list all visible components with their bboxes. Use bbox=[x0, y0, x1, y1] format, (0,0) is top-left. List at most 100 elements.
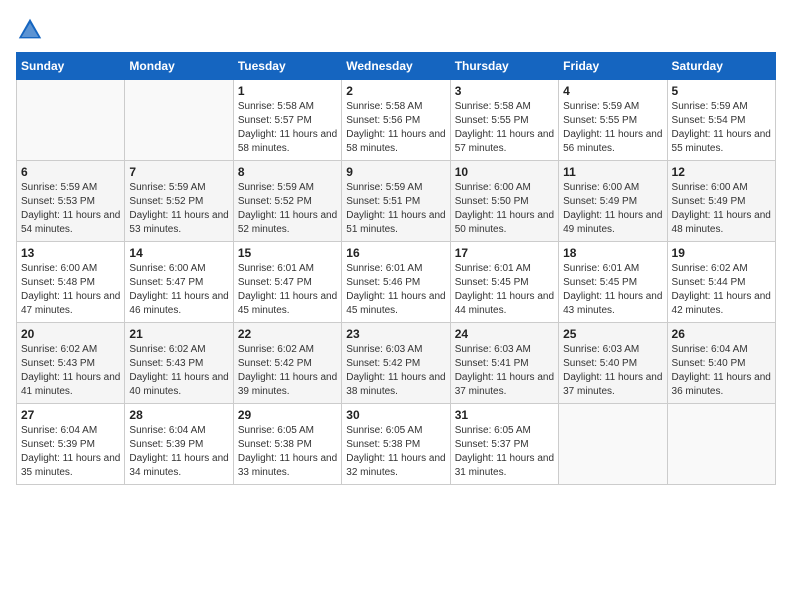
day-info: Sunrise: 6:02 AM Sunset: 5:43 PM Dayligh… bbox=[21, 343, 120, 399]
calendar-empty-cell bbox=[17, 80, 125, 161]
calendar-day-25: 25Sunrise: 6:03 AM Sunset: 5:40 PM Dayli… bbox=[559, 323, 667, 404]
calendar-day-6: 6 Sunrise: 5:59 AM Sunset: 5:53 PM Daylig… bbox=[17, 161, 125, 242]
day-info: Sunrise: 6:05 AM Sunset: 5:37 PM Dayligh… bbox=[455, 424, 554, 480]
day-info: Sunrise: 6:01 AM Sunset: 5:45 PM Dayligh… bbox=[563, 262, 662, 318]
day-info: Sunrise: 6:02 AM Sunset: 5:43 PM Dayligh… bbox=[129, 343, 228, 399]
logo-icon bbox=[16, 16, 44, 44]
day-number: 27 bbox=[21, 408, 120, 422]
calendar-day-19: 19 Sunrise: 6:02 AM Sunset: 5:44 PM Dayli… bbox=[667, 242, 775, 323]
day-info: Sunrise: 6:05 AM Sunset: 5:38 PM Dayligh… bbox=[238, 424, 337, 480]
day-header-wednesday: Wednesday bbox=[342, 53, 450, 80]
day-number: 25 bbox=[563, 327, 662, 341]
calendar-day-22: 22 Sunrise: 6:02 AM Sunset: 5:42 PM Dayli… bbox=[233, 323, 341, 404]
day-info: Sunrise: 6:04 AM Sunset: 5:39 PM Dayligh… bbox=[129, 424, 228, 480]
day-info: Sunrise: 6:01 AM Sunset: 5:46 PM Dayligh… bbox=[346, 262, 445, 318]
day-number: 26 bbox=[672, 327, 771, 341]
day-info: Sunrise: 6:01 AM Sunset: 5:45 PM Dayligh… bbox=[455, 262, 554, 318]
day-number: 11 bbox=[563, 165, 662, 179]
day-info: Sunrise: 5:59 AM Sunset: 5:54 PM Dayligh… bbox=[672, 100, 771, 156]
day-number: 18 bbox=[563, 246, 662, 260]
day-number: 29 bbox=[238, 408, 337, 422]
calendar-day-27: 27 Sunrise: 6:04 AM Sunset: 5:39 PM Dayli… bbox=[17, 404, 125, 485]
day-number: 8 bbox=[238, 165, 337, 179]
calendar-day-14: 14 Sunrise: 6:00 AM Sunset: 5:47 PM Dayli… bbox=[125, 242, 233, 323]
day-number: 3 bbox=[455, 84, 554, 98]
day-number: 6 bbox=[21, 165, 120, 179]
day-header-thursday: Thursday bbox=[450, 53, 558, 80]
day-info: Sunrise: 5:59 AM Sunset: 5:52 PM Dayligh… bbox=[238, 181, 337, 237]
day-info: Sunrise: 5:59 AM Sunset: 5:52 PM Dayligh… bbox=[129, 181, 228, 237]
day-info: Sunrise: 6:04 AM Sunset: 5:39 PM Dayligh… bbox=[21, 424, 120, 480]
day-number: 19 bbox=[672, 246, 771, 260]
calendar-day-17: 17 Sunrise: 6:01 AM Sunset: 5:45 PM Dayli… bbox=[450, 242, 558, 323]
calendar-day-30: 30 Sunrise: 6:05 AM Sunset: 5:38 PM Dayli… bbox=[342, 404, 450, 485]
day-info: Sunrise: 6:04 AM Sunset: 5:40 PM Dayligh… bbox=[672, 343, 771, 399]
calendar-day-3: 3 Sunrise: 5:58 AM Sunset: 5:55 PM Daylig… bbox=[450, 80, 558, 161]
day-number: 16 bbox=[346, 246, 445, 260]
day-number: 28 bbox=[129, 408, 228, 422]
day-number: 17 bbox=[455, 246, 554, 260]
day-number: 5 bbox=[672, 84, 771, 98]
day-number: 9 bbox=[346, 165, 445, 179]
day-number: 24 bbox=[455, 327, 554, 341]
day-info: Sunrise: 5:58 AM Sunset: 5:57 PM Dayligh… bbox=[238, 100, 337, 156]
calendar-day-29: 29 Sunrise: 6:05 AM Sunset: 5:38 PM Dayli… bbox=[233, 404, 341, 485]
calendar-week-3: 13 Sunrise: 6:00 AM Sunset: 5:48 PM Dayli… bbox=[17, 242, 776, 323]
calendar-week-1: 1 Sunrise: 5:58 AM Sunset: 5:57 PM Daylig… bbox=[17, 80, 776, 161]
calendar-day-31: 31 Sunrise: 6:05 AM Sunset: 5:37 PM Dayli… bbox=[450, 404, 558, 485]
day-number: 4 bbox=[563, 84, 662, 98]
day-info: Sunrise: 5:59 AM Sunset: 5:51 PM Dayligh… bbox=[346, 181, 445, 237]
day-info: Sunrise: 6:05 AM Sunset: 5:38 PM Dayligh… bbox=[346, 424, 445, 480]
day-info: Sunrise: 6:02 AM Sunset: 5:42 PM Dayligh… bbox=[238, 343, 337, 399]
day-number: 20 bbox=[21, 327, 120, 341]
day-header-sunday: Sunday bbox=[17, 53, 125, 80]
calendar-day-5: 5 Sunrise: 5:59 AM Sunset: 5:54 PM Daylig… bbox=[667, 80, 775, 161]
day-number: 7 bbox=[129, 165, 228, 179]
day-number: 21 bbox=[129, 327, 228, 341]
calendar-empty-cell bbox=[125, 80, 233, 161]
day-info: Sunrise: 6:00 AM Sunset: 5:49 PM Dayligh… bbox=[563, 181, 662, 237]
day-number: 14 bbox=[129, 246, 228, 260]
day-header-friday: Friday bbox=[559, 53, 667, 80]
day-info: Sunrise: 6:00 AM Sunset: 5:48 PM Dayligh… bbox=[21, 262, 120, 318]
calendar-day-1: 1 Sunrise: 5:58 AM Sunset: 5:57 PM Daylig… bbox=[233, 80, 341, 161]
logo bbox=[16, 16, 48, 44]
day-number: 22 bbox=[238, 327, 337, 341]
calendar-day-7: 7 Sunrise: 5:59 AM Sunset: 5:52 PM Daylig… bbox=[125, 161, 233, 242]
day-number: 23 bbox=[346, 327, 445, 341]
day-info: Sunrise: 6:02 AM Sunset: 5:44 PM Dayligh… bbox=[672, 262, 771, 318]
day-info: Sunrise: 5:58 AM Sunset: 5:55 PM Dayligh… bbox=[455, 100, 554, 156]
calendar-table: SundayMondayTuesdayWednesdayThursdayFrid… bbox=[16, 52, 776, 485]
calendar-header-row: SundayMondayTuesdayWednesdayThursdayFrid… bbox=[17, 53, 776, 80]
calendar-week-5: 27 Sunrise: 6:04 AM Sunset: 5:39 PM Dayli… bbox=[17, 404, 776, 485]
day-info: Sunrise: 6:00 AM Sunset: 5:47 PM Dayligh… bbox=[129, 262, 228, 318]
day-number: 31 bbox=[455, 408, 554, 422]
day-number: 2 bbox=[346, 84, 445, 98]
calendar-day-28: 28 Sunrise: 6:04 AM Sunset: 5:39 PM Dayli… bbox=[125, 404, 233, 485]
calendar-day-18: 18 Sunrise: 6:01 AM Sunset: 5:45 PM Dayli… bbox=[559, 242, 667, 323]
calendar-empty-cell bbox=[667, 404, 775, 485]
day-info: Sunrise: 5:59 AM Sunset: 5:55 PM Dayligh… bbox=[563, 100, 662, 156]
calendar-day-15: 15Sunrise: 6:01 AM Sunset: 5:47 PM Dayli… bbox=[233, 242, 341, 323]
day-info: Sunrise: 5:58 AM Sunset: 5:56 PM Dayligh… bbox=[346, 100, 445, 156]
calendar-week-4: 20 Sunrise: 6:02 AM Sunset: 5:43 PM Dayli… bbox=[17, 323, 776, 404]
calendar-day-8: 8 Sunrise: 5:59 AM Sunset: 5:52 PM Daylig… bbox=[233, 161, 341, 242]
day-header-monday: Monday bbox=[125, 53, 233, 80]
calendar-day-10: 10 Sunrise: 6:00 AM Sunset: 5:50 PM Dayli… bbox=[450, 161, 558, 242]
calendar-day-9: 9 Sunrise: 5:59 AM Sunset: 5:51 PM Daylig… bbox=[342, 161, 450, 242]
day-number: 1 bbox=[238, 84, 337, 98]
calendar-day-4: 4 Sunrise: 5:59 AM Sunset: 5:55 PM Daylig… bbox=[559, 80, 667, 161]
day-number: 10 bbox=[455, 165, 554, 179]
day-number: 15 bbox=[238, 246, 337, 260]
day-info: Sunrise: 5:59 AM Sunset: 5:53 PM Dayligh… bbox=[21, 181, 120, 237]
calendar-week-2: 6 Sunrise: 5:59 AM Sunset: 5:53 PM Daylig… bbox=[17, 161, 776, 242]
calendar-empty-cell bbox=[559, 404, 667, 485]
calendar-day-16: 16 Sunrise: 6:01 AM Sunset: 5:46 PM Dayli… bbox=[342, 242, 450, 323]
day-number: 13 bbox=[21, 246, 120, 260]
day-number: 30 bbox=[346, 408, 445, 422]
calendar-day-24: 24 Sunrise: 6:03 AM Sunset: 5:41 PM Dayli… bbox=[450, 323, 558, 404]
day-info: Sunrise: 6:00 AM Sunset: 5:50 PM Dayligh… bbox=[455, 181, 554, 237]
day-info: Sunrise: 6:03 AM Sunset: 5:41 PM Dayligh… bbox=[455, 343, 554, 399]
calendar-day-12: 12Sunrise: 6:00 AM Sunset: 5:49 PM Dayli… bbox=[667, 161, 775, 242]
day-header-saturday: Saturday bbox=[667, 53, 775, 80]
